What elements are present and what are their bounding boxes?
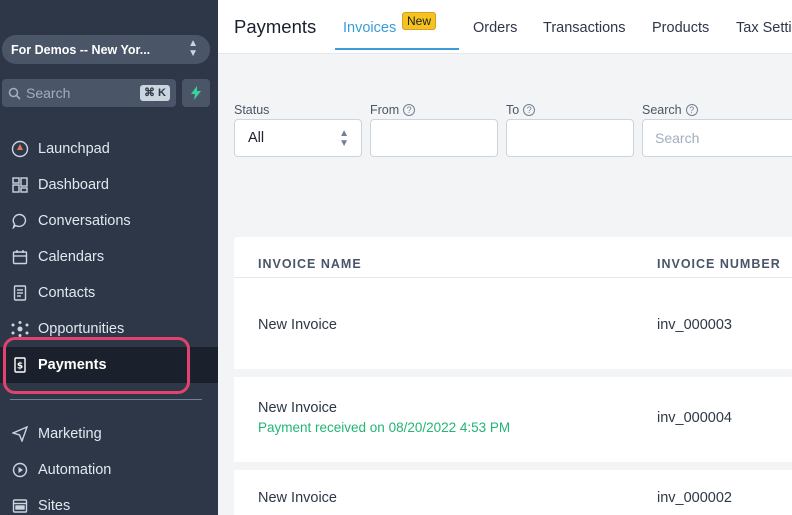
sidebar-item-sites[interactable]: Sites: [0, 488, 218, 515]
sidebar-item-label: Conversations: [38, 213, 131, 229]
search-label-text: Search: [642, 103, 682, 117]
invoice-name: New Invoice: [258, 490, 337, 506]
invoice-number: inv_000004: [657, 410, 732, 426]
sidebar-item-dashboard[interactable]: Dashboard: [0, 167, 218, 203]
from-label-text: From: [370, 103, 400, 117]
tab-invoices[interactable]: Invoices: [343, 20, 396, 36]
sidebar-item-label: Opportunities: [38, 321, 125, 337]
send-icon: [11, 425, 29, 443]
header-divider: [234, 277, 792, 278]
column-header-invoice-number[interactable]: INVOICE NUMBER: [657, 257, 781, 271]
sidebar-item-label: Sites: [38, 498, 71, 514]
from-date-input[interactable]: [370, 119, 498, 157]
invoice-name: New Invoice: [258, 317, 337, 333]
invoice-name: New Invoice: [258, 400, 337, 416]
column-header-invoice-name[interactable]: INVOICE NAME: [258, 257, 362, 271]
network-icon: [11, 320, 29, 338]
grid-icon: [11, 176, 29, 194]
sidebar-item-label: Marketing: [38, 426, 102, 442]
page-title: Payments: [234, 16, 317, 37]
top-tab-bar: Payments Invoices New Orders Transaction…: [218, 0, 792, 54]
automation-icon: [11, 461, 29, 479]
to-label: To?: [506, 103, 536, 117]
sidebar-item-launchpad[interactable]: Launchpad: [0, 131, 218, 167]
to-label-text: To: [506, 103, 520, 117]
new-badge: New: [402, 12, 437, 30]
calendar-icon: [11, 248, 29, 266]
invoices-table: INVOICE NAME INVOICE NUMBER New Invoice …: [234, 237, 792, 515]
sidebar-item-automation[interactable]: Automation: [0, 452, 218, 488]
help-icon[interactable]: ?: [403, 104, 416, 116]
sidebar-item-marketing[interactable]: Marketing: [0, 416, 218, 452]
from-label: From?: [370, 103, 416, 117]
status-select[interactable]: All ▲ ▼: [234, 119, 362, 157]
row-divider: [234, 462, 792, 470]
shortcut-badge: ⌘ K: [140, 85, 170, 101]
invoice-number: inv_000002: [657, 490, 732, 506]
sidebar-item-calendars[interactable]: Calendars: [0, 239, 218, 275]
quick-action-button[interactable]: [182, 79, 210, 107]
sidebar-item-label: Automation: [38, 462, 112, 478]
sidebar-item-label: Launchpad: [38, 141, 110, 157]
chevron-updown-icon: ▲ ▼: [188, 38, 198, 59]
sidebar-item-contacts[interactable]: Contacts: [0, 275, 218, 311]
row-divider: [234, 369, 792, 377]
search-input[interactable]: Search: [642, 119, 792, 157]
sidebar-item-conversations[interactable]: Conversations: [0, 203, 218, 239]
to-date-input[interactable]: [506, 119, 634, 157]
location-name: For Demos -- New Yor...: [11, 42, 151, 57]
search-placeholder: Search: [655, 130, 700, 146]
sites-icon: [11, 497, 29, 515]
chat-icon: [11, 212, 29, 230]
search-placeholder: Search: [26, 85, 71, 101]
tab-products[interactable]: Products: [652, 20, 709, 36]
sidebar-divider: [10, 399, 202, 400]
invoice-number: inv_000003: [657, 317, 732, 333]
tab-orders[interactable]: Orders: [473, 20, 517, 36]
status-label: Status: [234, 103, 269, 117]
sidebar: For Demos -- New Yor... ▲ ▼ Search ⌘ K La…: [0, 0, 218, 515]
sidebar-item-label: Calendars: [38, 249, 105, 265]
status-value: All: [248, 130, 265, 146]
payment-status-note: Payment received on 08/20/2022 4:53 PM: [258, 420, 511, 435]
help-icon[interactable]: ?: [523, 104, 536, 116]
sidebar-search[interactable]: Search ⌘ K: [2, 79, 176, 107]
chevron-updown-icon: ▲ ▼: [339, 128, 349, 149]
payments-highlight-outline: [3, 337, 190, 394]
tab-transactions[interactable]: Transactions: [543, 20, 625, 36]
contacts-icon: [11, 284, 29, 302]
search-icon: [8, 87, 21, 100]
sidebar-item-label: Contacts: [38, 285, 96, 301]
location-switcher[interactable]: For Demos -- New Yor... ▲ ▼: [2, 35, 210, 64]
sidebar-item-label: Dashboard: [38, 177, 109, 193]
lightning-icon: [191, 86, 201, 100]
tab-tax-settings[interactable]: Tax Setti: [736, 20, 792, 36]
help-icon[interactable]: ?: [685, 104, 698, 116]
active-tab-indicator: [335, 48, 459, 50]
search-label: Search?: [642, 103, 698, 117]
rocket-icon: [11, 140, 29, 158]
status-label-text: Status: [234, 103, 270, 117]
